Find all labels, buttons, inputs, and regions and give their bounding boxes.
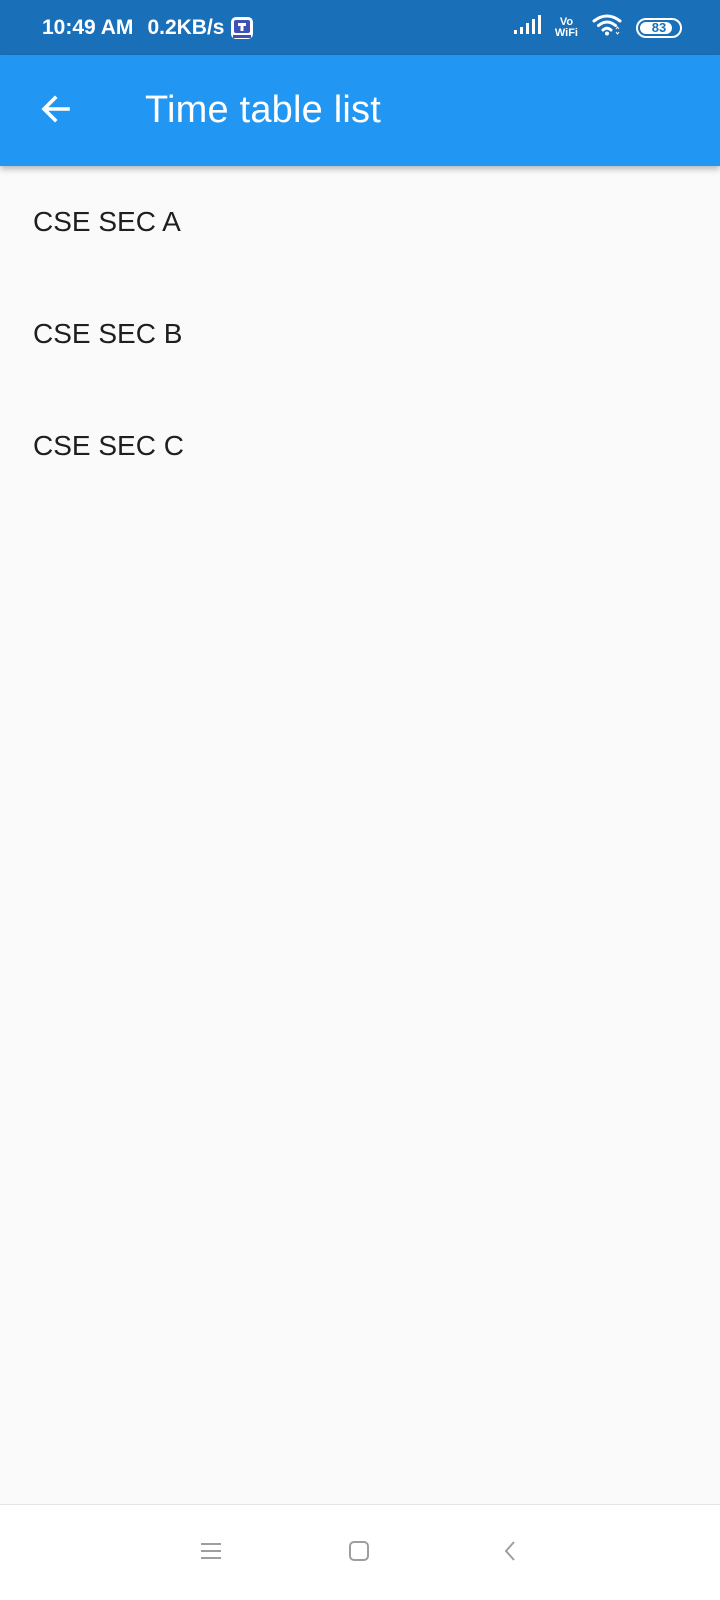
vowifi-top-label: Vo — [559, 15, 574, 28]
system-back-button[interactable] — [470, 1505, 550, 1600]
list-item-label: CSE SEC C — [33, 430, 184, 461]
vowifi-bottom-label: WiFi — [554, 26, 578, 39]
status-right: Vo WiFi 83 — [513, 0, 682, 55]
page-title: Time table list — [145, 89, 381, 131]
list-item-label: CSE SEC A — [33, 206, 181, 237]
vowifi-indicator: Vo WiFi — [554, 15, 578, 39]
recent-apps-button[interactable] — [171, 1505, 251, 1600]
app-notification-icon — [230, 16, 254, 40]
signal-icon — [513, 15, 541, 40]
menu-icon — [199, 1541, 223, 1566]
network-speed: 0.2KB/s — [147, 15, 225, 39]
status-bar: 10:49 AM 0.2KB/s Vo WiFi 83 — [0, 0, 720, 55]
timetable-list: CSE SEC A CSE SEC B CSE SEC C — [0, 166, 720, 502]
list-item-cse-sec-a[interactable]: CSE SEC A — [0, 166, 720, 278]
battery-icon: 83 — [636, 17, 682, 38]
battery-level: 83 — [651, 20, 667, 35]
status-time: 10:49 AM — [42, 15, 134, 39]
list-item-cse-sec-b[interactable]: CSE SEC B — [0, 278, 720, 390]
system-nav-bar — [0, 1504, 720, 1600]
app-bar: Time table list — [0, 55, 720, 166]
home-icon — [347, 1539, 371, 1568]
status-left: 10:49 AM 0.2KB/s — [42, 0, 254, 55]
back-icon — [500, 1539, 520, 1568]
screen: 10:49 AM 0.2KB/s Vo WiFi 83 Time table l… — [0, 0, 720, 1600]
arrow-back-icon — [38, 91, 74, 132]
home-button[interactable] — [319, 1505, 399, 1600]
list-item-cse-sec-c[interactable]: CSE SEC C — [0, 390, 720, 502]
status-speed-group: 0.2KB/s — [147, 16, 254, 40]
list-item-label: CSE SEC B — [33, 318, 183, 349]
wifi-icon — [592, 14, 622, 41]
back-button[interactable] — [26, 82, 86, 140]
